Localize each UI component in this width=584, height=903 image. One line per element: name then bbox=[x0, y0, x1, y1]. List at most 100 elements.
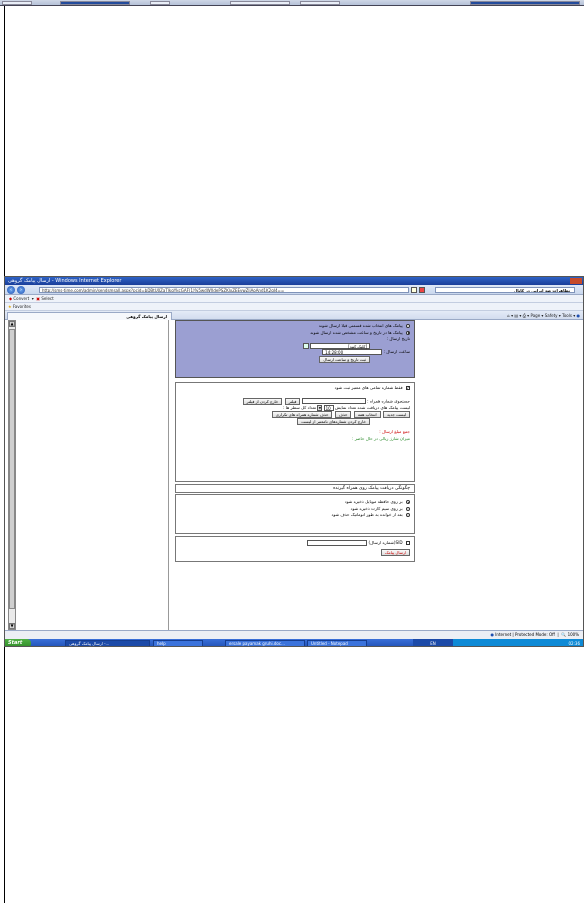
window-controls[interactable] bbox=[570, 278, 582, 284]
url-input[interactable]: http://sms-time.com/admin/sendsmsall.asp… bbox=[39, 287, 409, 293]
language-indicator[interactable]: EN bbox=[413, 639, 453, 646]
option-label: پیامک های انتخاب شده قسمتی قبلا ارسال شو… bbox=[318, 323, 403, 328]
calendar-icon[interactable] bbox=[302, 342, 309, 349]
globe-icon: ● bbox=[490, 632, 494, 637]
taskbar-item[interactable]: help bbox=[153, 640, 203, 646]
actions-row-2: خارج کردن شماره‌های نامعتبر از لیست bbox=[180, 418, 410, 425]
send-row: ارسال پیامک bbox=[180, 548, 410, 556]
sid-checkbox[interactable] bbox=[406, 541, 410, 545]
select-all-button[interactable]: انتخاب همه bbox=[353, 411, 381, 418]
current-credit-label: میزان شارژ ریالی در حال حاضر : bbox=[351, 435, 410, 441]
delete-duplicates-button[interactable]: حذف شماره همراه های تکراری bbox=[271, 411, 333, 418]
select-icon: ▣ bbox=[36, 296, 41, 301]
scroll-up-icon[interactable]: ▲ bbox=[9, 321, 15, 327]
back-icon[interactable]: ‹ bbox=[7, 286, 15, 294]
favorites-button[interactable]: Favorites bbox=[13, 304, 31, 309]
send-sms-button[interactable]: ارسال پیامک bbox=[380, 548, 410, 556]
search-input[interactable]: تظاهرات ضد ایرانی در کانال bbox=[435, 287, 575, 293]
favorites-bar: ★ Favorites bbox=[5, 303, 583, 311]
date-input[interactable]: [کلیک کنید] bbox=[310, 342, 370, 349]
tab-label: ارسال پیامک گروهی bbox=[126, 314, 167, 319]
status-right: ● Internet | Protected Mode: Off | 🔍 100… bbox=[490, 632, 579, 637]
search-row: جستجوی شماره همراه : فیلتر خارج کردن از … bbox=[180, 397, 410, 405]
valid-only-label: فقط شماره تمامی های معتبر ثبت شود bbox=[334, 385, 403, 390]
strip-item bbox=[470, 1, 580, 5]
time-input[interactable]: 14:28:00 bbox=[322, 349, 383, 355]
valid-only-checkbox[interactable] bbox=[406, 385, 410, 392]
page-content: ▲ ▼ پیامک های انتخاب شده قسمتی قبلا ارسا… bbox=[5, 320, 583, 646]
option-label: بر روی حافظه موبایل ذخیره شود bbox=[344, 499, 403, 504]
page-menu[interactable]: Page bbox=[530, 313, 540, 318]
taskbar-item[interactable]: ersale payamak gruhi.doc... bbox=[225, 640, 305, 646]
toolbar-right: ⌂ ▾ ▤ ▾ ⎙ ▾ Page ▾ Safety ▾ Tools ▾ ● bbox=[507, 313, 581, 318]
help-icon[interactable]: ● bbox=[577, 313, 581, 318]
system-tray: EN 02:36 bbox=[413, 639, 583, 646]
zoom-icon: 🔍 bbox=[561, 632, 567, 637]
remove-filter-button[interactable]: خارج کردن از فیلتر bbox=[242, 397, 283, 405]
left-scrollbar[interactable]: ▲ ▼ bbox=[8, 320, 16, 630]
tab-bar: ارسال پیامک گروهی ⌂ ▾ ▤ ▾ ⎙ ▾ Page ▾ Saf… bbox=[5, 311, 583, 320]
radio-memory[interactable] bbox=[406, 500, 410, 504]
radio-auto-delete[interactable] bbox=[406, 513, 410, 517]
taskbar-item[interactable]: ارسال پیامک گروهی -... bbox=[65, 640, 150, 646]
strip-item bbox=[60, 1, 130, 5]
convert-icon: ◆ bbox=[9, 296, 13, 301]
radio-selected-msgs[interactable] bbox=[406, 324, 410, 328]
send-section: SID(شماره ارسال) ارسال پیامک bbox=[175, 536, 415, 562]
zone-label: Internet | Protected Mode: Off bbox=[495, 632, 555, 637]
strip-item bbox=[230, 1, 290, 5]
numbers-section: فقط شماره تمامی های معتبر ثبت شود جستجوی… bbox=[175, 382, 415, 482]
submit-datetime-button[interactable]: ثبت تاریخ و ساعت ارسال bbox=[319, 355, 370, 363]
radio-sim[interactable] bbox=[406, 506, 410, 511]
zoom-level[interactable]: 100% bbox=[568, 632, 579, 637]
sid-input[interactable] bbox=[307, 540, 368, 546]
safety-menu[interactable]: Safety bbox=[545, 313, 558, 318]
date-label: تاریخ ارسال : bbox=[386, 336, 410, 341]
list-label: لیست پیامک های دریافت شده تعداد نمایش bbox=[335, 404, 410, 410]
sid-row: SID(شماره ارسال) bbox=[180, 540, 410, 547]
scroll-down-icon[interactable]: ▼ bbox=[9, 623, 15, 629]
dropdown-icon[interactable]: ▼ bbox=[317, 404, 323, 411]
window-title: ارسال پیامک گروهی - Windows Internet Exp… bbox=[8, 278, 122, 284]
convert-button[interactable]: Convert bbox=[13, 296, 29, 301]
feeds-icon[interactable]: ▤ bbox=[514, 313, 518, 318]
mobile-search-input[interactable] bbox=[301, 398, 366, 404]
delivery-section: بر روی حافظه موبایل ذخیره شود بر روی سیم… bbox=[175, 494, 415, 534]
actions-row: لیست جدید انتخاب همه حذف حذف شماره همراه… bbox=[180, 411, 410, 418]
strip-item bbox=[2, 1, 32, 5]
star-icon: ★ bbox=[8, 304, 12, 309]
tab-send-group-sms[interactable]: ارسال پیامک گروهی bbox=[7, 312, 172, 320]
clock: 02:36 bbox=[568, 641, 580, 646]
previous-screenshot-strip bbox=[0, 0, 584, 6]
remove-invalid-button[interactable]: خارج کردن شماره‌های نامعتبر از لیست bbox=[297, 418, 370, 425]
print-icon[interactable]: ⎙ bbox=[523, 313, 526, 318]
filter-button[interactable]: فیلتر bbox=[284, 397, 301, 405]
total-rows-label: تعداد کل سطر ها : bbox=[282, 404, 317, 410]
strip-item bbox=[300, 1, 340, 5]
start-button[interactable]: Start bbox=[5, 639, 31, 646]
option-label: بعد از خوانده به طور اتوماتیک حذف شود bbox=[331, 512, 403, 517]
delivery-title: چگونگی دریافت پیامک روی همراه گیرنده bbox=[175, 484, 415, 493]
left-pane bbox=[17, 320, 169, 630]
strip-item bbox=[150, 1, 170, 5]
delete-button[interactable]: حذف bbox=[334, 411, 352, 418]
taskbar-item[interactable]: Untitled - Notepad bbox=[307, 640, 367, 646]
option-label: پیامک ها در تاریخ و ساعت مشخص شده ارسال … bbox=[310, 329, 403, 335]
forward-icon[interactable]: › bbox=[17, 286, 25, 294]
sms-form: پیامک های انتخاب شده قسمتی قبلا ارسال شو… bbox=[175, 320, 415, 630]
taskbar: Start ارسال پیامک گروهی -... help ersale… bbox=[5, 639, 583, 646]
tools-menu[interactable]: Tools bbox=[562, 313, 572, 318]
page-size-select[interactable]: 10 bbox=[323, 404, 334, 411]
stop-icon[interactable] bbox=[419, 287, 425, 293]
home-icon[interactable]: ⌂ bbox=[507, 313, 510, 318]
search-label: جستجوی شماره همراه : bbox=[367, 398, 410, 403]
radio-date-time[interactable] bbox=[406, 330, 410, 335]
select-button[interactable]: Select bbox=[41, 296, 53, 301]
submit-row: ثبت تاریخ و ساعت ارسال bbox=[180, 355, 410, 363]
scroll-thumb[interactable] bbox=[9, 329, 15, 609]
delivery-option: بعد از خوانده به طور اتوماتیک حذف شود bbox=[180, 512, 410, 519]
refresh-icon[interactable] bbox=[411, 287, 417, 293]
command-bar: ◆ Convert ▾ ▣ Select bbox=[5, 295, 583, 303]
address-bar: ‹ › http://sms-time.com/admin/sendsmsall… bbox=[5, 285, 583, 295]
new-list-button[interactable]: لیست جدید bbox=[383, 411, 410, 418]
